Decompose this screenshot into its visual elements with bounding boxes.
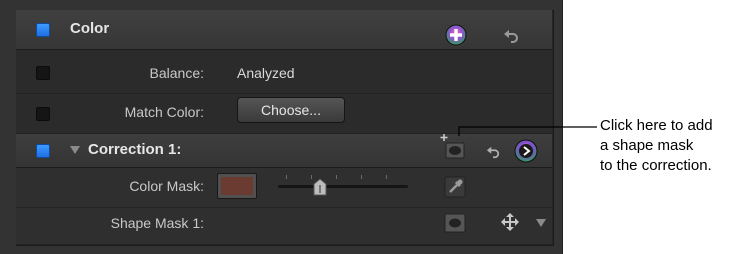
callout-line	[458, 126, 597, 136]
color-enable-checkbox[interactable]	[36, 23, 50, 37]
callout-line-2: a shape mask	[600, 137, 694, 154]
reset-icon[interactable]	[503, 28, 519, 44]
correction-menu-icon[interactable]	[514, 139, 538, 163]
callout-line-3: to the correction.	[600, 157, 712, 174]
add-correction-icon[interactable]	[445, 24, 467, 46]
choose-button[interactable]: Choose...	[237, 97, 345, 123]
match-color-checkbox[interactable]	[36, 107, 50, 121]
correction-reset-icon[interactable]	[486, 145, 500, 159]
correction-title: Correction 1:	[88, 141, 182, 158]
balance-value: Analyzed	[237, 65, 295, 81]
color-mask-label: Color Mask:	[129, 178, 204, 194]
color-mask-slider-track[interactable]	[278, 185, 408, 188]
correction-enable-checkbox[interactable]	[36, 144, 50, 158]
balance-label: Balance:	[149, 65, 204, 81]
transform-handle-icon[interactable]	[500, 212, 520, 232]
shape-mask-icon[interactable]	[444, 213, 466, 233]
color-mask-swatch[interactable]	[217, 173, 257, 199]
callout-line-1: Click here to add	[600, 117, 713, 134]
slider-tick	[361, 175, 362, 179]
shape-mask-label: Shape Mask 1:	[110, 215, 204, 231]
slider-tick	[386, 175, 387, 179]
eyedropper-icon[interactable]	[444, 176, 466, 198]
balance-checkbox[interactable]	[36, 66, 50, 80]
slider-tick	[336, 175, 337, 179]
slider-tick	[286, 175, 287, 179]
color-header-title: Color	[70, 20, 110, 37]
disclosure-triangle-icon[interactable]	[70, 145, 80, 155]
shape-mask-dropdown-icon[interactable]	[536, 219, 546, 227]
color-mask-slider-knob[interactable]	[312, 178, 328, 196]
match-color-label: Match Color:	[124, 104, 204, 120]
color-mask-swatch-fill	[221, 177, 253, 195]
